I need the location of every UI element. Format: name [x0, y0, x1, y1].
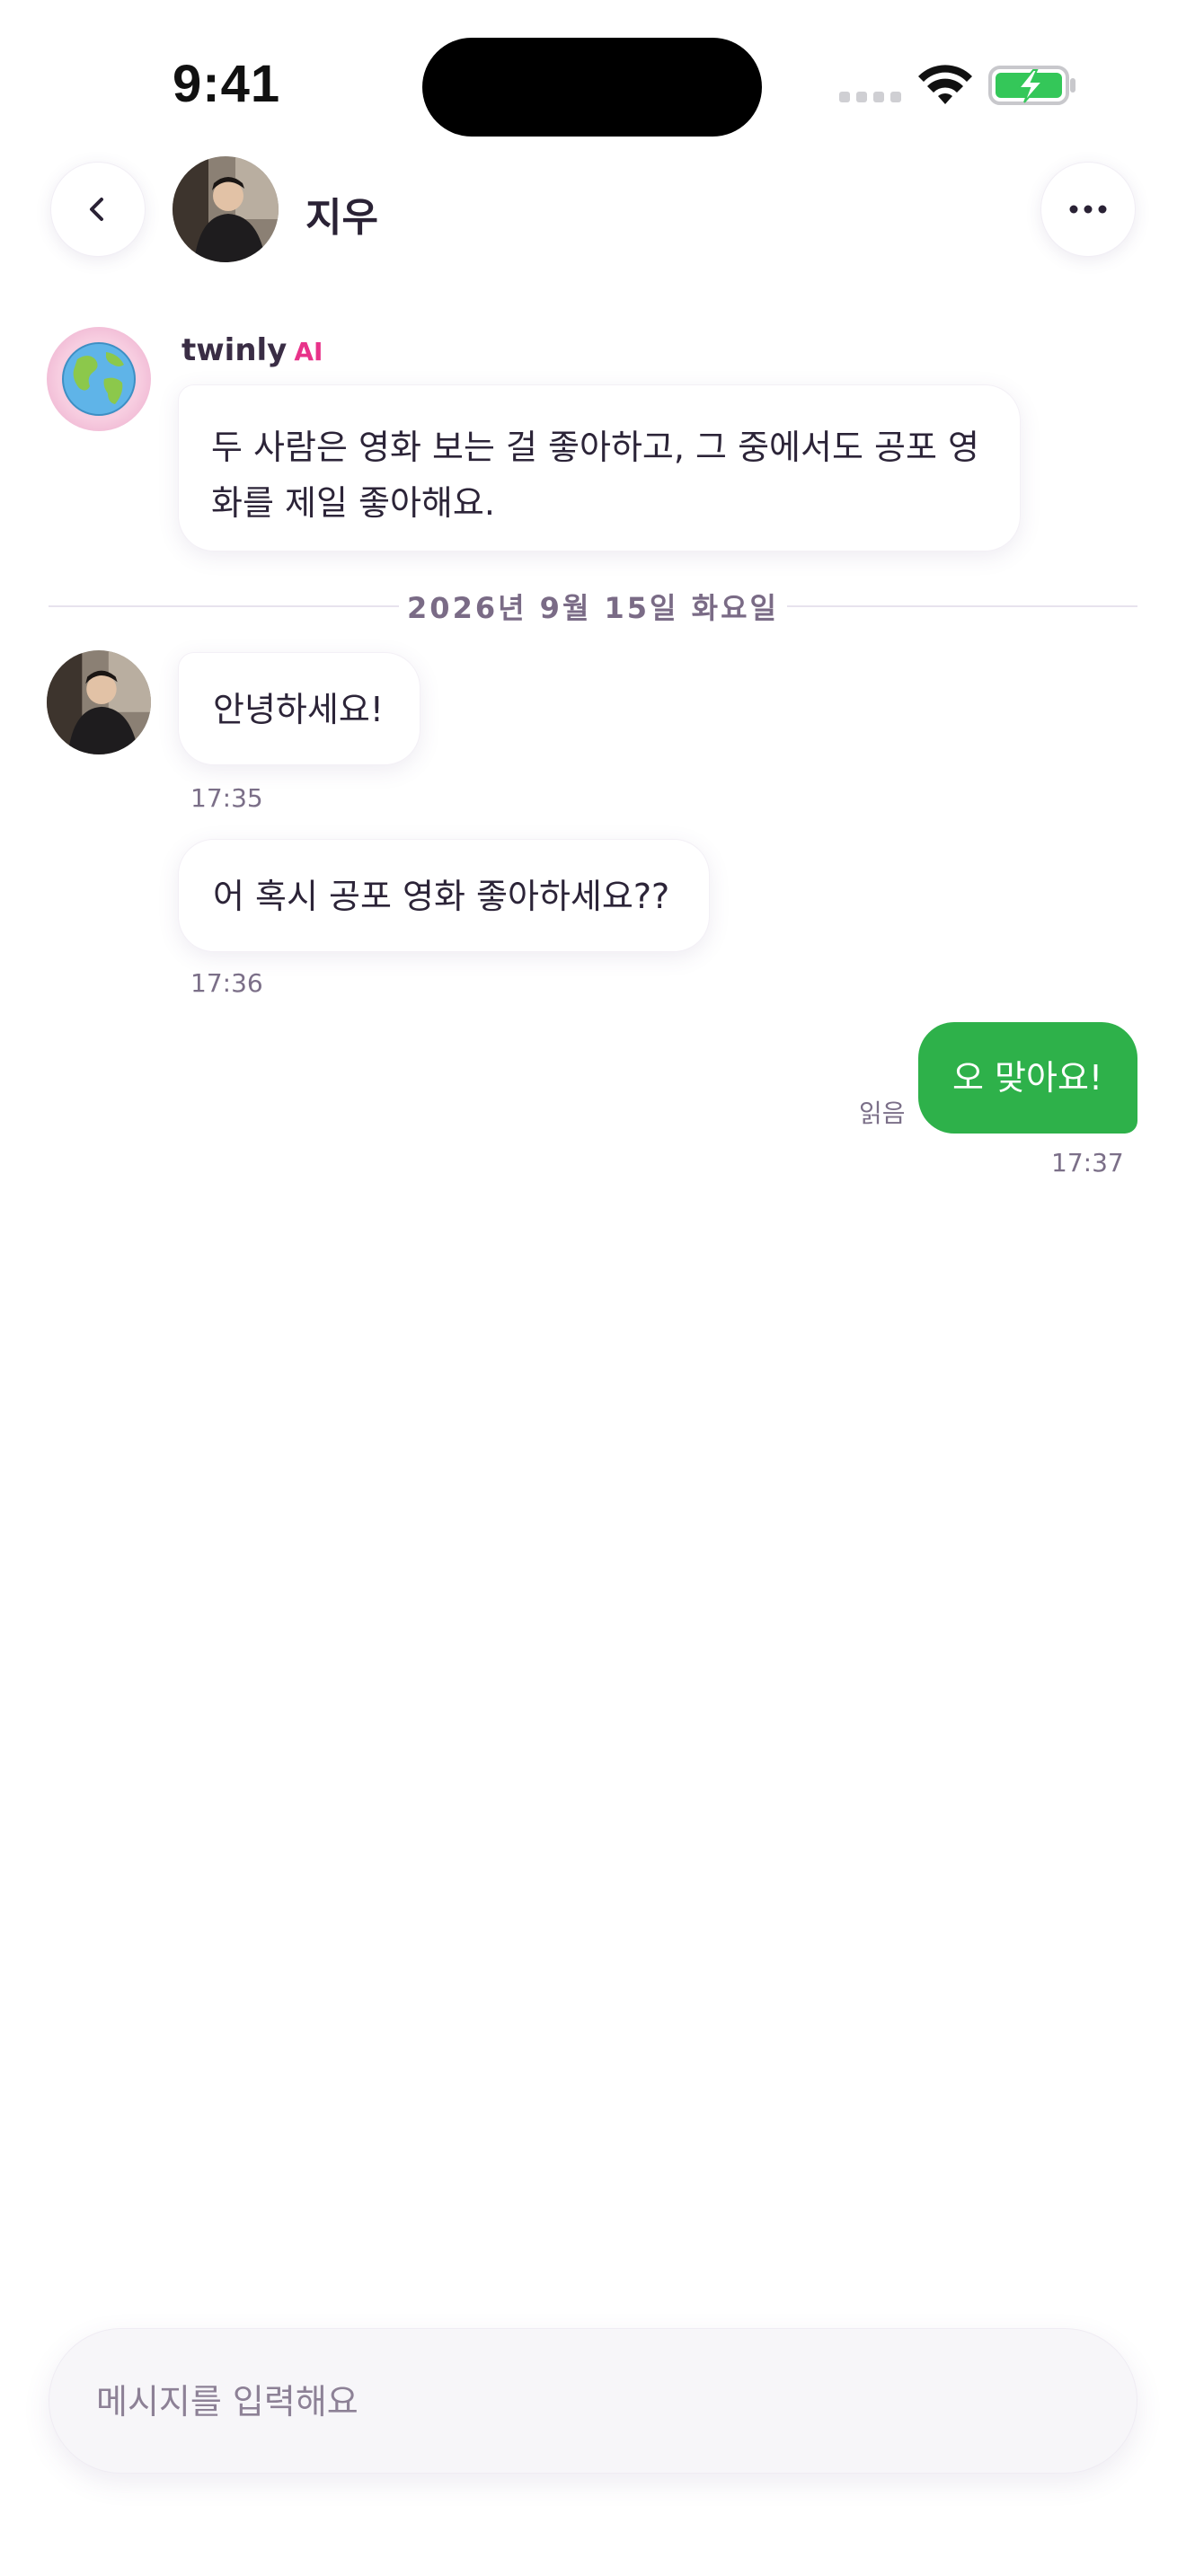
ai-sender-label: twinly — [181, 332, 288, 368]
status-time: 9:41 — [173, 55, 281, 113]
incoming-message-bubble: 안녕하세요! — [178, 652, 420, 765]
outgoing-message-bubble: 오 맞아요! — [918, 1022, 1137, 1134]
battery-charging-icon — [988, 66, 1075, 105]
message-time: 17:35 — [190, 783, 263, 813]
ai-tag: AI — [294, 337, 323, 366]
more-options-button[interactable] — [1040, 162, 1136, 257]
message-input-bar — [49, 2328, 1137, 2474]
message-time: 17:36 — [190, 968, 263, 998]
cellular-signal-icon — [839, 92, 902, 104]
globe-icon — [62, 342, 136, 416]
divider-left — [49, 605, 399, 607]
partner-name: 지우 — [305, 195, 378, 241]
ai-avatar — [47, 327, 151, 431]
divider-right — [787, 605, 1137, 607]
back-button[interactable] — [50, 162, 146, 257]
wifi-icon — [918, 65, 972, 104]
incoming-message-bubble: 어 혹시 공포 영화 좋아하세요?? — [178, 839, 710, 952]
message-input[interactable] — [96, 2372, 1084, 2431]
chat-screen: 9:41 지우 twinly AI 두 사람은 영화 보는 걸 좋아하고, 그 … — [0, 0, 1186, 2576]
ai-sender-name: twinly AI — [181, 332, 323, 368]
read-receipt: 읽음 — [859, 1098, 906, 1128]
chevron-left-icon — [90, 198, 103, 221]
partner-message-avatar[interactable] — [47, 650, 151, 754]
message-time: 17:37 — [1051, 1148, 1124, 1178]
partner-avatar[interactable] — [173, 156, 279, 262]
dynamic-island — [422, 38, 762, 137]
date-divider: 2026년 9월 15일 화요일 — [407, 591, 779, 625]
ai-message-bubble: 두 사람은 영화 보는 걸 좋아하고, 그 중에서도 공포 영화를 제일 좋아해… — [178, 384, 1021, 551]
more-dots-icon — [1069, 205, 1107, 214]
